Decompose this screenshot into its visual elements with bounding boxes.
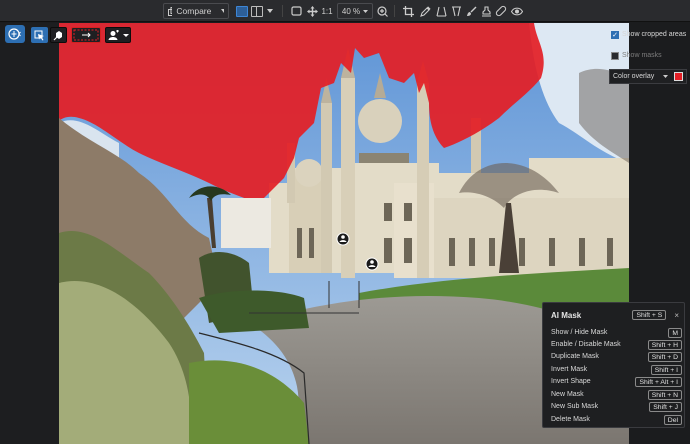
move-icon: [306, 5, 318, 17]
shortcut-row: Invert Shape Shift + Alt + I: [551, 376, 682, 387]
shortcut-key: Shift + D: [647, 351, 682, 362]
show-cropped-areas-checkbox[interactable]: ✓: [611, 30, 619, 39]
fit-screen-icon: [290, 6, 302, 16]
compare-dropdown[interactable]: Compare: [163, 3, 229, 19]
ai-mask-tool-button[interactable]: [31, 27, 48, 43]
shortcut-label: New Mask: [551, 391, 584, 398]
eye-icon: [511, 7, 523, 15]
show-masks-checkbox[interactable]: [611, 51, 619, 60]
chevron-down-icon: [363, 9, 369, 13]
color-overlay-dropdown[interactable]: Color overlay: [609, 69, 687, 84]
fit-screen-button[interactable]: [290, 3, 302, 19]
shortcut-label: Invert Mask: [551, 366, 588, 373]
divider: [282, 5, 283, 17]
shortcut-label: New Sub Mask: [551, 403, 599, 410]
preview-toggle-button[interactable]: [510, 3, 524, 19]
shortcut-row: Duplicate Mask Shift + D: [551, 351, 682, 362]
gradient-mask-icon: [73, 29, 99, 41]
shortcut-row: Enable / Disable Mask Shift + H: [551, 339, 682, 350]
shortcut-label: Duplicate Mask: [551, 353, 599, 360]
single-view-button[interactable]: [235, 5, 248, 17]
show-cropped-areas-label: Show cropped areas: [622, 31, 687, 38]
brush-tool-button[interactable]: [464, 3, 478, 19]
shortcut-key: Shift + N: [647, 389, 682, 400]
shortcut-label: Show / Hide Mask: [551, 329, 608, 336]
chevron-down-icon: [663, 75, 669, 78]
shortcut-key: Del: [663, 414, 682, 425]
ai-mask-shortcuts-panel: AI Mask Shift + S × Show / Hide Mask M En…: [542, 302, 685, 428]
shortcuts-title: AI Mask: [551, 310, 582, 320]
zoom-one-to-one-button[interactable]: 1:1: [320, 3, 334, 19]
top-toolbar: Compare 1:1 40 %: [0, 0, 690, 22]
person-mask-icon: [108, 29, 129, 40]
shortcut-row: Delete Mask Del: [551, 414, 682, 425]
show-masks-option[interactable]: Show masks: [611, 48, 690, 63]
shortcut-key: M: [668, 327, 682, 338]
vertical-perspective-button[interactable]: [434, 3, 448, 19]
show-masks-label: Show masks: [622, 52, 662, 59]
overlay-color-swatch[interactable]: [674, 72, 683, 81]
shortcut-label: Enable / Disable Mask: [551, 341, 621, 348]
eyedropper-icon: [419, 5, 431, 17]
shortcut-label: Invert Shape: [551, 378, 591, 385]
view-mode-group: [234, 3, 274, 19]
shortcut-row: New Sub Mask Shift + J: [551, 401, 682, 412]
brush-mask-tool-button[interactable]: [50, 27, 67, 43]
crop-tool-button[interactable]: [401, 3, 415, 19]
divider: [394, 5, 395, 17]
chevron-down-icon: [221, 9, 224, 13]
shortcut-key: Shift + J: [649, 401, 682, 412]
ai-select-icon: [34, 30, 44, 40]
left-panel: [0, 23, 59, 444]
close-icon[interactable]: ×: [674, 311, 679, 320]
mask-icon: [8, 28, 21, 40]
crop-icon: [402, 5, 414, 17]
zoom-in-button[interactable]: [376, 3, 388, 19]
perspective-vertical-icon: [435, 6, 447, 17]
eyedropper-tool-button[interactable]: [418, 3, 432, 19]
bandage-icon: [495, 5, 507, 17]
color-overlay-label: Color overlay: [613, 73, 655, 80]
shortcut-row: New Mask Shift + N: [551, 389, 682, 400]
horizontal-perspective-button[interactable]: [449, 3, 463, 19]
shortcut-key: Shift + S: [632, 310, 667, 320]
shortcut-row: Invert Mask Shift + I: [551, 364, 682, 375]
pan-tool-button[interactable]: [306, 3, 318, 19]
mask-pin[interactable]: [365, 257, 379, 271]
mask-pin[interactable]: [336, 232, 350, 246]
mask-tool-row: [31, 27, 131, 43]
perspective-horizontal-icon: [451, 5, 461, 16]
shortcut-row: Show / Hide Mask M: [551, 327, 682, 338]
shortcut-label: Delete Mask: [551, 416, 590, 423]
brush-mask-icon: [53, 30, 62, 40]
shortcut-key: Shift + H: [647, 339, 682, 350]
add-mask-dropdown[interactable]: [105, 27, 131, 43]
shortcuts-header: AI Mask Shift + S ×: [551, 309, 679, 321]
show-cropped-areas-option[interactable]: ✓ Show cropped areas: [611, 27, 690, 42]
clone-stamp-icon: [481, 5, 491, 17]
shortcut-key: Shift + Alt + I: [635, 376, 682, 387]
brush-icon: [466, 6, 476, 16]
heal-tool-button[interactable]: [494, 3, 508, 19]
compare-icon: [168, 6, 173, 16]
shortcut-key: Shift + I: [650, 364, 682, 375]
chevron-down-icon[interactable]: [266, 9, 273, 13]
retouch-tool-button[interactable]: [479, 3, 493, 19]
zoom-level-dropdown[interactable]: 40 %: [337, 3, 373, 19]
compare-label: Compare: [176, 6, 212, 16]
split-view-button[interactable]: [250, 5, 263, 17]
zoom-level-value: 40 %: [341, 6, 361, 16]
zoom-in-icon: [376, 5, 388, 17]
gradient-mask-tool-button[interactable]: [71, 27, 101, 43]
mask-panel-toggle[interactable]: [5, 25, 25, 43]
